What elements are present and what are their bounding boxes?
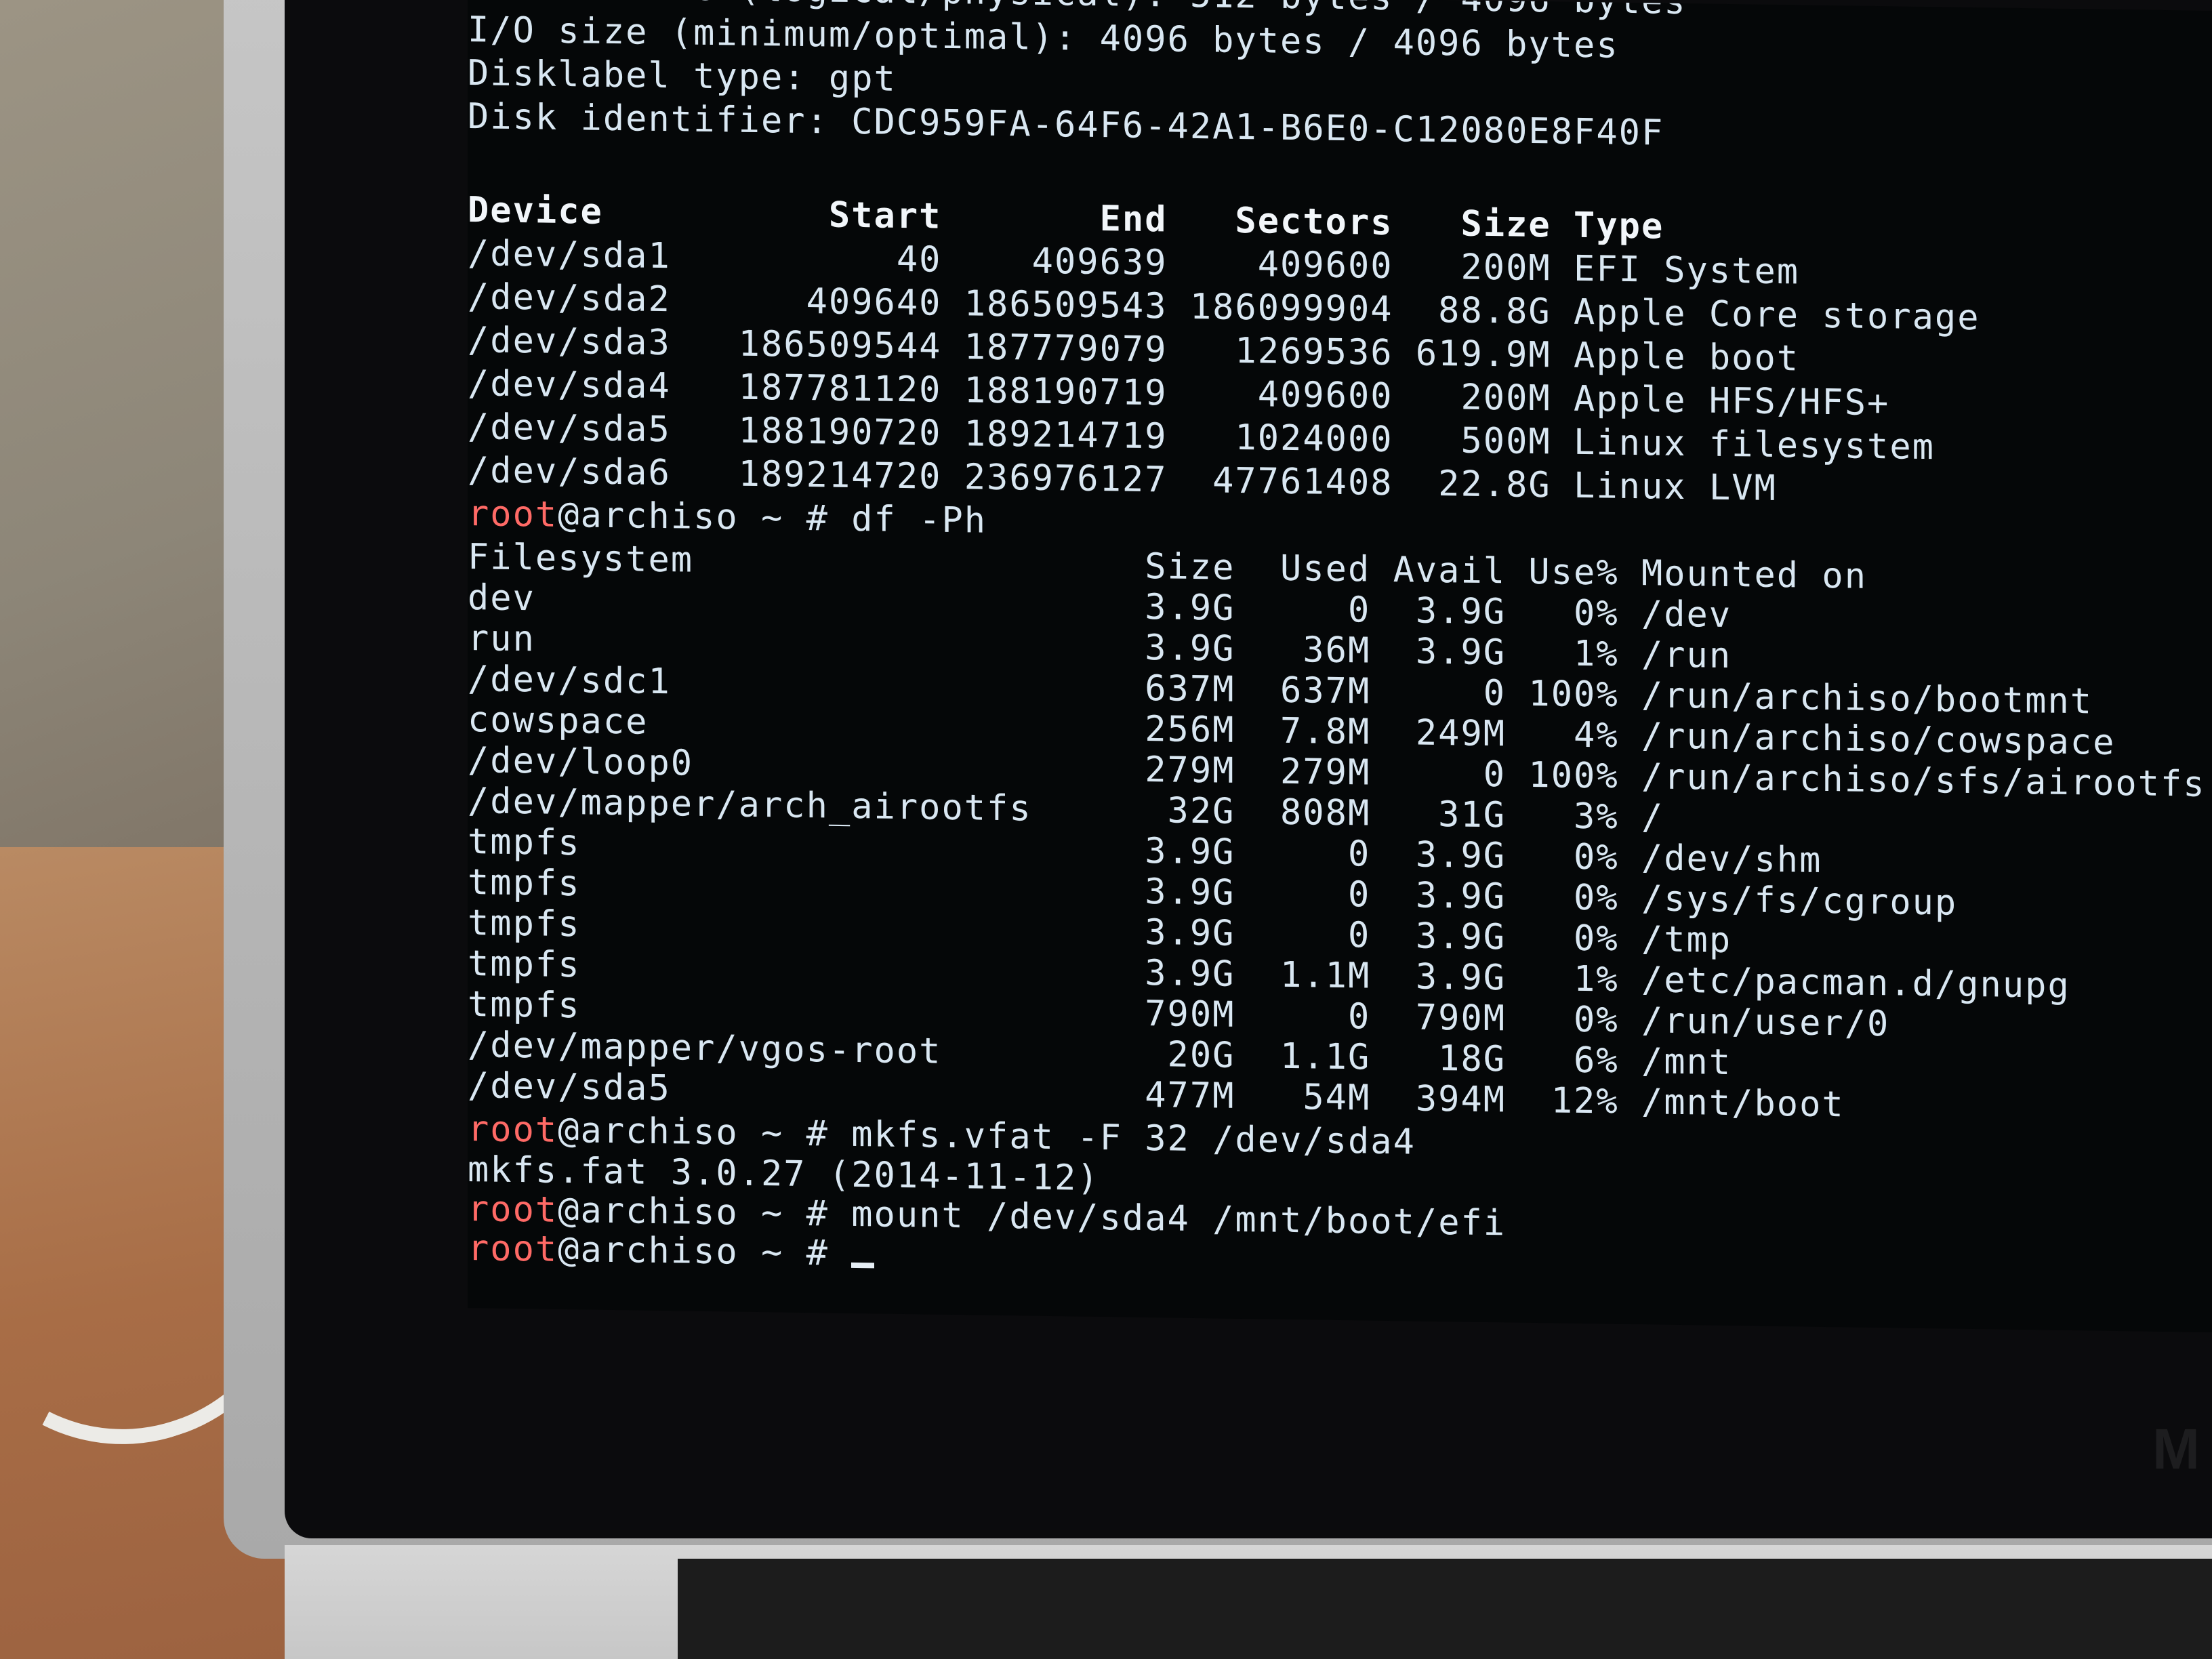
terminal-line: Disklabel type: gpt (468, 53, 897, 100)
laptop-brand-text: M (2152, 1417, 2200, 1481)
terminal-console[interactable]: Sector size (logical/physical): 512 byte… (468, 0, 2212, 1332)
keyboard-slot (678, 1559, 2212, 1659)
prompt-user: root (468, 1109, 558, 1151)
prompt-user: root (468, 1189, 558, 1231)
prompt-user: root (468, 493, 558, 535)
prompt-user: root (468, 1228, 558, 1270)
prompt-command: @archiso ~ # df -Ph (558, 494, 987, 541)
active-prompt-line[interactable]: root@archiso ~ # (468, 1228, 875, 1274)
text-cursor[interactable] (851, 1262, 875, 1269)
prompt-command: @archiso ~ # (558, 1229, 852, 1274)
shell-prompt-line: root@archiso ~ # df -Ph (468, 493, 987, 541)
terminal-line: Disk identifier: CDC959FA-64F6-42A1-B6E0… (468, 96, 1664, 154)
